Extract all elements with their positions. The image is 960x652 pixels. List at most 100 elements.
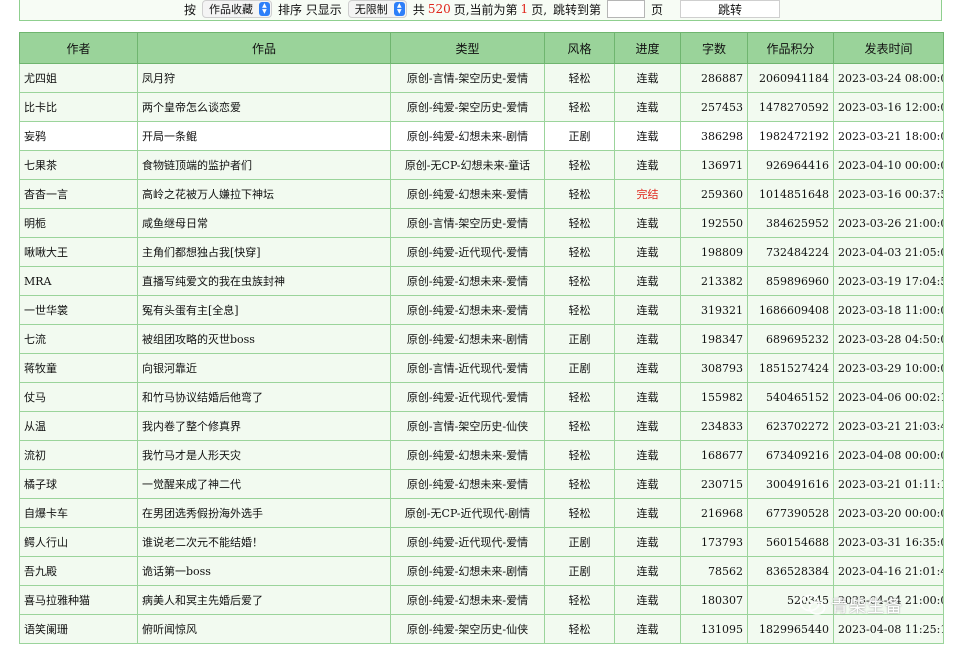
- cell-title[interactable]: 高岭之花被万人嫌拉下神坛: [137, 179, 391, 209]
- col-header-title[interactable]: 作品: [137, 32, 391, 64]
- table-row[interactable]: 橘子球 一觉醒来成了神二代 原创-纯爱-幻想未来-爱情 轻松 连载 230715 30049…: [19, 469, 944, 499]
- wechat-icon: [800, 594, 826, 615]
- cell-title[interactable]: 我竹马才是人形天灾: [137, 440, 391, 470]
- cell-words: 198347: [680, 324, 748, 354]
- cell-title[interactable]: 一觉醒来成了神二代: [137, 469, 391, 499]
- cell-author[interactable]: 仗马: [19, 382, 138, 412]
- cell-style: 轻松: [544, 614, 615, 644]
- cell-progress: 连载: [614, 469, 681, 499]
- table-row[interactable]: 吾九殿 诡话第一boss 原创-纯爱-幻想未来-剧情 正剧 连载 78562 8365283…: [19, 556, 944, 586]
- cell-style: 轻松: [544, 63, 615, 93]
- table-row[interactable]: 明栀 咸鱼继母日常 原创-言情-架空历史-爱情 轻松 连载 192550 384625952…: [19, 208, 944, 238]
- cell-title[interactable]: 开局一条鲲: [137, 121, 391, 151]
- sort-select[interactable]: 作品收藏 ▲ ▼: [201, 0, 272, 18]
- cell-progress: 连载: [614, 498, 681, 528]
- cell-title[interactable]: 诡话第一boss: [137, 556, 391, 586]
- cell-author[interactable]: 七流: [19, 324, 138, 354]
- col-header-progress[interactable]: 进度: [614, 32, 681, 64]
- table-row[interactable]: 啾啾大王 主角们都想独占我[快穿] 原创-纯爱-近代现代-爱情 轻松 连载 198809 7…: [19, 237, 944, 267]
- total-prefix: 共: [412, 2, 425, 17]
- cell-author[interactable]: 明栀: [19, 208, 138, 238]
- jump-button[interactable]: 跳转: [680, 0, 781, 18]
- cell-title[interactable]: 直播写纯爱文的我在虫族封神: [137, 266, 391, 296]
- table-row[interactable]: 从温 我内卷了整个修真界 原创-言情-架空历史-仙侠 轻松 连载 234833 623702…: [19, 411, 944, 441]
- cell-progress: 连载: [614, 411, 681, 441]
- cell-author[interactable]: 鳄人行山: [19, 527, 138, 557]
- cell-author[interactable]: 七果茶: [19, 150, 138, 180]
- col-header-words[interactable]: 字数: [680, 32, 748, 64]
- col-header-author[interactable]: 作者: [19, 32, 138, 64]
- cell-type: 原创-纯爱-幻想未来-剧情: [390, 121, 545, 151]
- cell-type: 原创-言情-架空历史-爱情: [390, 63, 545, 93]
- cell-type: 原创-无CP-幻想未来-童话: [390, 150, 545, 180]
- cell-author[interactable]: 杳杳一言: [19, 179, 138, 209]
- cell-author[interactable]: 蒋牧童: [19, 353, 138, 383]
- cell-author[interactable]: 喜马拉雅种猫: [19, 585, 138, 615]
- table-row[interactable]: 杳杳一言 高岭之花被万人嫌拉下神坛 原创-纯爱-幻想未来-爱情 轻松 完结 259360 1…: [19, 179, 944, 209]
- cell-progress: 连载: [614, 585, 681, 615]
- cell-style: 轻松: [544, 92, 615, 122]
- cell-style: 正剧: [544, 527, 615, 557]
- cell-time: 2023-04-10 00:00:01: [833, 150, 944, 180]
- col-header-style[interactable]: 风格: [544, 32, 615, 64]
- table-row[interactable]: MRA 直播写纯爱文的我在虫族封神 原创-纯爱-幻想未来-爱情 轻松 连载 213382 8…: [19, 266, 944, 296]
- col-header-time[interactable]: 发表时间: [833, 32, 944, 64]
- cell-time: 2023-03-29 10:00:00: [833, 353, 944, 383]
- cell-title[interactable]: 在男团选秀假扮海外选手: [137, 498, 391, 528]
- cell-words: 173793: [680, 527, 748, 557]
- cell-author[interactable]: 语笑阑珊: [19, 614, 138, 644]
- cell-time: 2023-03-31 16:35:00: [833, 527, 944, 557]
- cell-title[interactable]: 凤月狩: [137, 63, 391, 93]
- cell-progress: 连载: [614, 150, 681, 180]
- cell-time: 2023-04-03 21:05:00: [833, 237, 944, 267]
- cell-type: 原创-无CP-近代现代-剧情: [390, 498, 545, 528]
- cell-title[interactable]: 冤有头蛋有主[全息]: [137, 295, 391, 325]
- cell-author[interactable]: MRA: [19, 266, 138, 296]
- cell-author[interactable]: 妄鸦: [19, 121, 138, 151]
- cell-title[interactable]: 被组团攻略的灭世boss: [137, 324, 391, 354]
- cell-title[interactable]: 食物链顶端的监护者们: [137, 150, 391, 180]
- cell-author[interactable]: 一世华裳: [19, 295, 138, 325]
- cell-score: 384625952: [747, 208, 834, 238]
- cell-title[interactable]: 向银河靠近: [137, 353, 391, 383]
- limit-select[interactable]: 无限制 ▲ ▼: [347, 0, 407, 18]
- table-row[interactable]: 自爆卡车 在男团选秀假扮海外选手 原创-无CP-近代现代-剧情 轻松 连载 216968 6…: [19, 498, 944, 528]
- table-row[interactable]: 比卡比 两个皇帝怎么谈恋爱 原创-纯爱-架空历史-爱情 轻松 连载 257453 14782…: [19, 92, 944, 122]
- cell-time: 2023-03-18 11:00:00: [833, 295, 944, 325]
- cell-progress: 连载: [614, 237, 681, 267]
- works-table-wrap: 作者 作品 类型 风格 进度 字数 作品积分 发表时间 尤四姐 凤月狩 原创-言情-…: [19, 32, 944, 644]
- table-row[interactable]: 七果茶 食物链顶端的监护者们 原创-无CP-幻想未来-童话 轻松 连载 136971 926…: [19, 150, 944, 180]
- cell-author[interactable]: 从温: [19, 411, 138, 441]
- cell-score: 1851527424: [747, 353, 834, 383]
- col-header-score[interactable]: 作品积分: [747, 32, 834, 64]
- cell-author[interactable]: 吾九殿: [19, 556, 138, 586]
- cell-title[interactable]: 谁说老二次元不能结婚！: [137, 527, 391, 557]
- table-row[interactable]: 尤四姐 凤月狩 原创-言情-架空历史-爱情 轻松 连载 286887 2060941184 2…: [19, 63, 944, 93]
- table-row[interactable]: 妄鸦 开局一条鲲 原创-纯爱-幻想未来-剧情 正剧 连载 386298 1982472192…: [19, 121, 944, 151]
- cell-author[interactable]: 比卡比: [19, 92, 138, 122]
- cell-title[interactable]: 和竹马协议结婚后他弯了: [137, 382, 391, 412]
- cell-title[interactable]: 咸鱼继母日常: [137, 208, 391, 238]
- table-row[interactable]: 一世华裳 冤有头蛋有主[全息] 原创-纯爱-幻想未来-爱情 轻松 连载 319321 168…: [19, 295, 944, 325]
- col-header-type[interactable]: 类型: [390, 32, 545, 64]
- cell-title[interactable]: 俯听闻惊风: [137, 614, 391, 644]
- table-row[interactable]: 蒋牧童 向银河靠近 原创-言情-近代现代-爱情 正剧 连载 308793 185152742…: [19, 353, 944, 383]
- jump-page-input[interactable]: [607, 0, 646, 18]
- cell-author[interactable]: 自爆卡车: [19, 498, 138, 528]
- cell-author[interactable]: 尤四姐: [19, 63, 138, 93]
- cell-progress: 连载: [614, 92, 681, 122]
- sort-select-value: 作品收藏: [208, 3, 253, 16]
- cell-title[interactable]: 病美人和冥主先婚后爱了: [137, 585, 391, 615]
- table-row[interactable]: 鳄人行山 谁说老二次元不能结婚！ 原创-纯爱-近代现代-爱情 正剧 连载 173793 56…: [19, 527, 944, 557]
- table-row[interactable]: 流初 我竹马才是人形天灾 原创-纯爱-幻想未来-爱情 轻松 连载 168677 673409…: [19, 440, 944, 470]
- cell-title[interactable]: 主角们都想独占我[快穿]: [137, 237, 391, 267]
- cell-author[interactable]: 啾啾大王: [19, 237, 138, 267]
- filter-bar: 按 作品收藏 ▲ ▼ 排序 只显示 无限制 ▲ ▼ 共 520 页,当前为第 1 页…: [19, 0, 942, 21]
- table-row[interactable]: 七流 被组团攻略的灭世boss 原创-纯爱-幻想未来-剧情 正剧 连载 198347 689…: [19, 324, 944, 354]
- cell-author[interactable]: 橘子球: [19, 469, 138, 499]
- cell-title[interactable]: 我内卷了整个修真界: [137, 411, 391, 441]
- cell-author[interactable]: 流初: [19, 440, 138, 470]
- table-row[interactable]: 仗马 和竹马协议结婚后他弯了 原创-纯爱-近代现代-爱情 轻松 连载 155982 5404…: [19, 382, 944, 412]
- cell-title[interactable]: 两个皇帝怎么谈恋爱: [137, 92, 391, 122]
- table-row[interactable]: 语笑阑珊 俯听闻惊风 原创-纯爱-架空历史-仙侠 轻松 连载 131095 18299654…: [19, 614, 944, 644]
